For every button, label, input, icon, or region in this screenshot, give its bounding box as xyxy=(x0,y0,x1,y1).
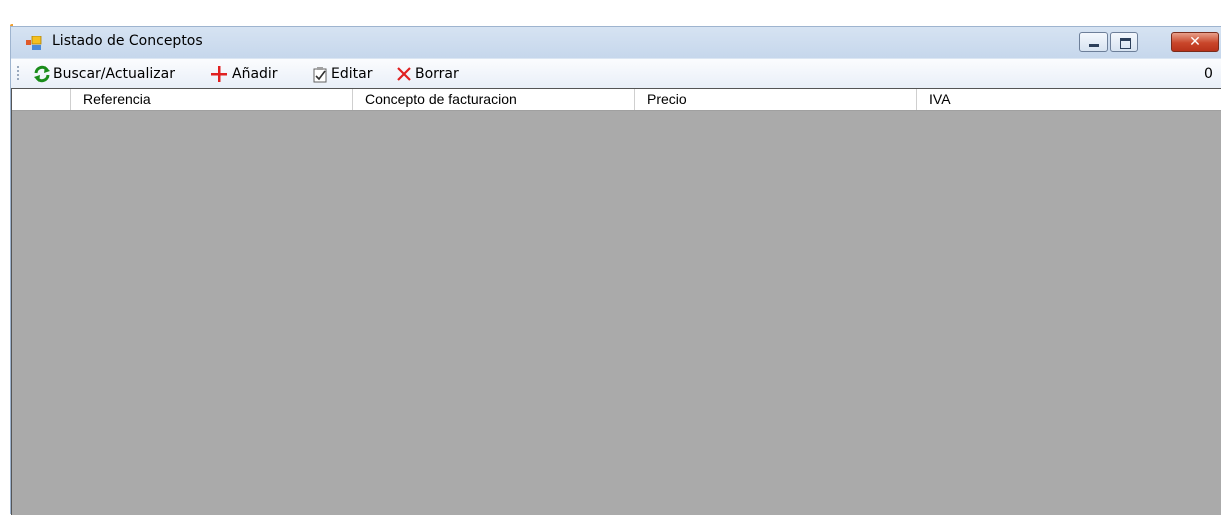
window-title: Listado de Conceptos xyxy=(52,33,203,49)
toolbar: Buscar/Actualizar Añadir Editar Borrar 0 xyxy=(11,59,1221,88)
plus-icon xyxy=(211,66,227,82)
minimize-button[interactable] xyxy=(1079,32,1108,52)
delete-button[interactable]: Borrar xyxy=(395,63,475,85)
toolbar-grip[interactable] xyxy=(17,66,19,82)
row-header-corner[interactable] xyxy=(12,89,71,110)
column-header-concepto[interactable]: Concepto de facturacion xyxy=(353,89,635,110)
title-bar[interactable]: Listado de Conceptos ✕ xyxy=(11,27,1221,58)
main-window: Listado de Conceptos ✕ Buscar/Actualizar xyxy=(10,26,1221,515)
minimize-icon xyxy=(1089,44,1099,47)
app-window-icon xyxy=(26,36,42,50)
grid-header: Referencia Concepto de facturacion Preci… xyxy=(12,89,1221,111)
column-header-precio[interactable]: Precio xyxy=(635,89,917,110)
maximize-icon xyxy=(1120,38,1131,49)
refresh-button-label: Buscar/Actualizar xyxy=(53,66,175,82)
close-icon: ✕ xyxy=(1189,34,1201,50)
data-grid[interactable]: Referencia Concepto de facturacion Preci… xyxy=(11,88,1221,515)
record-count: 0 xyxy=(1204,66,1213,82)
maximize-button[interactable] xyxy=(1110,32,1138,52)
delete-x-icon xyxy=(397,67,411,81)
edit-button[interactable]: Editar xyxy=(311,63,381,85)
edit-button-label: Editar xyxy=(331,66,373,82)
column-header-referencia[interactable]: Referencia xyxy=(71,89,353,110)
refresh-button[interactable]: Buscar/Actualizar xyxy=(33,63,203,85)
column-header-iva[interactable]: IVA xyxy=(917,89,1221,110)
edit-icon xyxy=(313,67,327,83)
close-button[interactable]: ✕ xyxy=(1171,32,1219,52)
refresh-icon xyxy=(34,65,50,83)
add-button[interactable]: Añadir xyxy=(210,63,292,85)
delete-button-label: Borrar xyxy=(415,66,459,82)
add-button-label: Añadir xyxy=(232,66,278,82)
